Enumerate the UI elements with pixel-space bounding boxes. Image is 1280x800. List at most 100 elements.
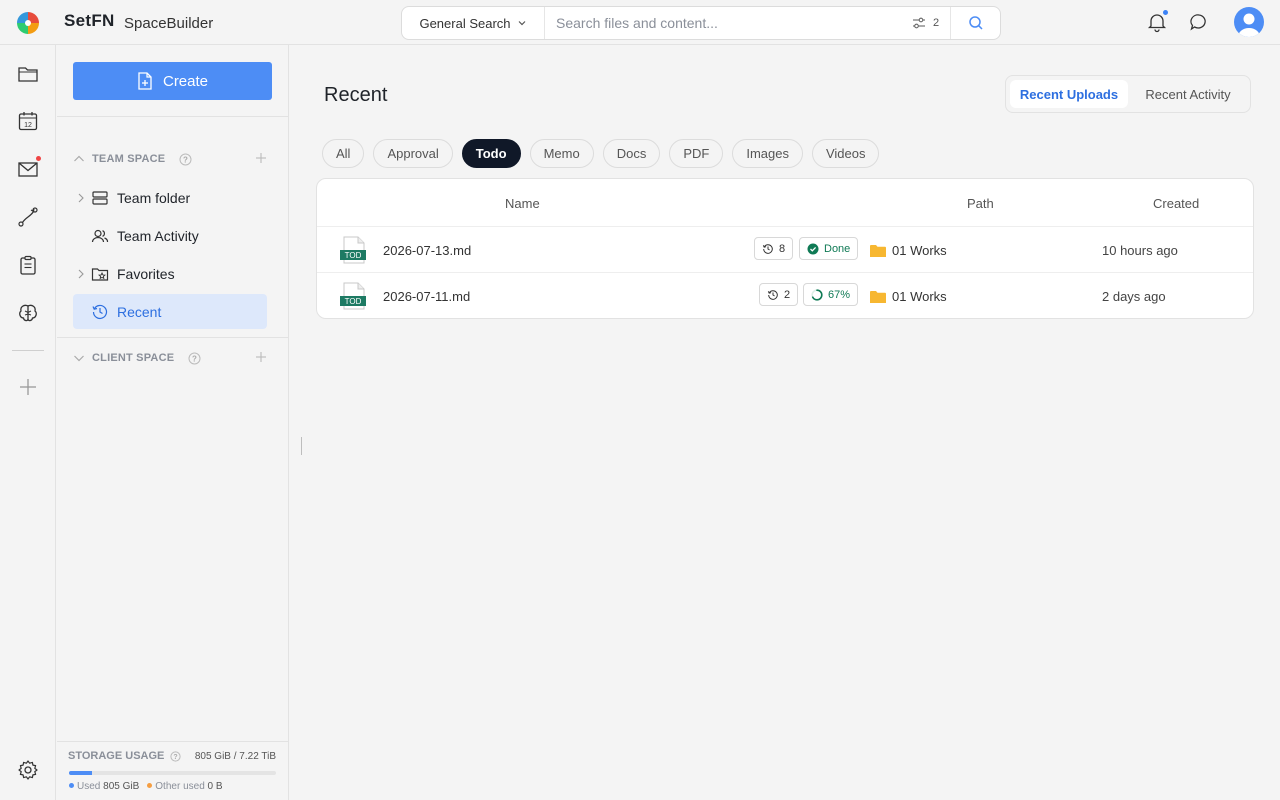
path-label: 01 Works: [892, 289, 947, 304]
created-time: 2 days ago: [1102, 289, 1166, 304]
chevron-down-icon[interactable]: [73, 353, 85, 363]
sidebar-item-team-folder[interactable]: Team folder: [73, 180, 267, 215]
storage-other-value: 0 B: [207, 781, 223, 792]
team-space-title: TEAM SPACE: [92, 153, 166, 165]
storage-used-value: 805 GiB: [103, 781, 140, 792]
filter-chip-docs[interactable]: Docs: [602, 139, 661, 168]
app-logo-icon[interactable]: [16, 11, 40, 35]
search-scope-label: General Search: [419, 15, 511, 31]
history-icon: [767, 289, 778, 300]
filter-chip-todo[interactable]: Todo: [461, 139, 521, 168]
client-space-header: CLIENT SPACE ?: [73, 348, 273, 368]
rail-tasks-button[interactable]: [17, 254, 39, 276]
client-space-title: CLIENT SPACE: [92, 352, 175, 364]
calendar-icon: 12: [18, 112, 38, 131]
filter-chip-pdf[interactable]: PDF: [669, 139, 724, 168]
search-input[interactable]: [556, 13, 896, 33]
rail-ai-button[interactable]: [17, 302, 39, 324]
folder-star-icon: [91, 265, 109, 283]
filter-chip-memo[interactable]: Memo: [529, 139, 594, 168]
sidebar-item-recent[interactable]: Recent: [73, 294, 267, 329]
table-row[interactable]: TOD 2026-07-11.md 2 67% 01 Works 2 days …: [317, 273, 1253, 318]
chevron-up-icon[interactable]: [73, 154, 85, 164]
sidebar-item-favorites[interactable]: Favorites: [73, 256, 267, 291]
type-filter-bar: All Approval Todo Memo Docs PDF Images V…: [322, 139, 880, 168]
sidebar-item-label: Favorites: [117, 265, 175, 282]
progress-badge: 67%: [803, 283, 859, 306]
search-filter-button[interactable]: 2: [912, 13, 939, 33]
add-client-space-icon[interactable]: [255, 351, 267, 363]
sidebar-item-label: Team Activity: [117, 227, 199, 244]
folder-icon: [870, 244, 886, 257]
history-count: 8: [779, 242, 786, 255]
filter-chip-videos[interactable]: Videos: [811, 139, 880, 168]
help-icon[interactable]: ?: [188, 352, 201, 365]
sidebar-item-team-activity[interactable]: Team Activity: [73, 218, 267, 253]
file-path[interactable]: 01 Works: [870, 289, 947, 304]
rail-add-button[interactable]: [17, 376, 39, 398]
column-header-name[interactable]: Name: [505, 196, 540, 211]
search-scope-dropdown[interactable]: General Search: [402, 7, 545, 39]
sidebar: Create TEAM SPACE ? Team folder Team Act…: [57, 45, 289, 800]
help-icon[interactable]: ?: [179, 153, 192, 166]
storage-progress-fill: [69, 771, 92, 775]
user-icon: [1238, 13, 1260, 37]
file-path[interactable]: 01 Works: [870, 243, 947, 258]
rail-calendar-button[interactable]: 12: [17, 110, 39, 132]
rail-workflow-button[interactable]: [17, 206, 39, 228]
user-avatar[interactable]: [1234, 7, 1264, 37]
rail-settings-button[interactable]: [17, 759, 39, 781]
svg-text:?: ?: [192, 354, 197, 363]
filter-chip-approval[interactable]: Approval: [373, 139, 453, 168]
history-badge[interactable]: 2: [759, 283, 799, 306]
main-content: Recent Recent Uploads Recent Activity Al…: [290, 45, 1280, 800]
messages-button[interactable]: [1188, 11, 1210, 33]
tab-recent-uploads[interactable]: Recent Uploads: [1010, 80, 1128, 108]
search-button[interactable]: [950, 7, 1000, 39]
filter-chip-all[interactable]: All: [322, 139, 365, 168]
storage-progress-bar: [69, 771, 276, 775]
check-circle-icon: [807, 243, 819, 254]
chevron-right-icon[interactable]: [75, 192, 87, 204]
team-space-header: TEAM SPACE ?: [73, 149, 273, 169]
tab-recent-activity[interactable]: Recent Activity: [1130, 80, 1246, 108]
history-icon: [762, 243, 773, 254]
filter-chip-images[interactable]: Images: [732, 139, 803, 168]
file-name[interactable]: 2026-07-11.md: [383, 289, 470, 304]
search-icon: [968, 16, 983, 30]
storage-title: STORAGE USAGE ?: [68, 750, 181, 762]
help-icon[interactable]: ?: [170, 750, 181, 762]
mail-icon: [18, 162, 38, 177]
route-icon: [18, 207, 38, 227]
table-row[interactable]: TOD 2026-07-13.md 8 Done 01 Works 10 hou…: [317, 227, 1253, 273]
app-rail: 12: [0, 45, 56, 800]
sidebar-resize-handle[interactable]: [301, 437, 302, 455]
rail-mail-button[interactable]: [17, 156, 41, 180]
progress-label: 67%: [828, 288, 851, 301]
history-badge[interactable]: 8: [754, 237, 794, 260]
storage-used-legend: Used 805 GiB: [69, 781, 139, 792]
storage-title-label: STORAGE USAGE: [68, 750, 165, 762]
column-header-path[interactable]: Path: [967, 196, 994, 211]
storage-used-label: Used: [77, 781, 101, 792]
sidebar-divider: [57, 337, 289, 338]
chevron-right-icon[interactable]: [75, 268, 87, 280]
created-time: 10 hours ago: [1102, 243, 1178, 258]
todo-file-icon: TOD: [340, 236, 366, 264]
column-header-created[interactable]: Created: [1153, 196, 1199, 211]
rail-divider: [12, 350, 44, 351]
plus-icon: [20, 379, 36, 395]
add-file-icon: [138, 72, 152, 90]
add-team-space-icon[interactable]: [255, 152, 267, 164]
brand-name: SetFN: [64, 11, 115, 30]
todo-file-icon: TOD: [340, 282, 366, 310]
sidebar-item-label: Recent: [117, 303, 162, 320]
path-label: 01 Works: [892, 243, 947, 258]
file-type-label: TOD: [345, 297, 362, 306]
storage-other-label: Other used: [155, 781, 205, 792]
status-badge: Done: [799, 237, 859, 260]
rail-files-button[interactable]: [17, 63, 39, 85]
create-button[interactable]: Create: [73, 62, 272, 100]
file-name[interactable]: 2026-07-13.md: [383, 243, 471, 258]
notifications-button[interactable]: [1146, 10, 1168, 33]
